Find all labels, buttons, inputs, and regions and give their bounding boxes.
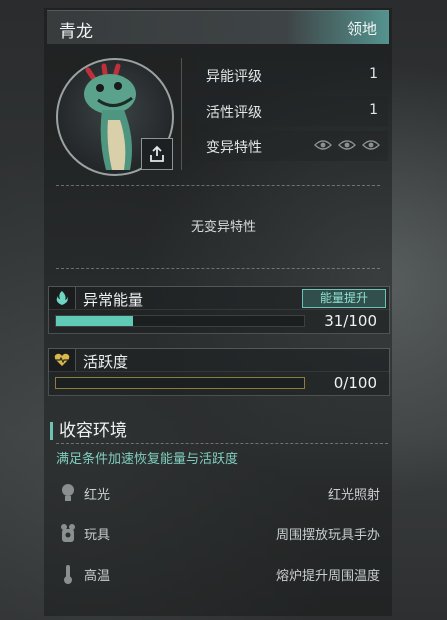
energy-value: 31/100 (324, 312, 377, 330)
stat-mutation: 变异特性 (196, 131, 388, 161)
environment-title: 收容环境 (50, 422, 127, 440)
env-desc: 周围摆放玩具手办 (275, 528, 380, 543)
bulb-icon (62, 484, 74, 501)
flame-icon (49, 287, 76, 309)
env-name: 红光 (84, 488, 111, 503)
energy-boost-button[interactable]: 能量提升 (302, 289, 386, 308)
energy-bar-fill (56, 316, 133, 326)
territory-tag[interactable]: 领地 (347, 18, 377, 39)
activity-title: 活跃度 (83, 353, 129, 371)
stat-value: 1 (369, 102, 378, 118)
energy-bar (55, 315, 305, 327)
share-icon (150, 145, 164, 162)
env-desc: 红光照射 (327, 488, 380, 503)
eye-icon[interactable] (314, 139, 332, 151)
stat-label: 异能评级 (206, 69, 262, 85)
eye-icon[interactable] (362, 139, 380, 151)
energy-title: 异常能量 (83, 291, 144, 309)
stat-label: 活性评级 (206, 105, 262, 121)
stat-activity-rank: 活性评级 1 (196, 96, 388, 126)
env-row-high-temp: 高温 熔炉提升周围温度 (56, 559, 384, 589)
stat-value: 1 (369, 66, 378, 82)
mutation-empty-text: 无变异特性 (190, 220, 256, 235)
activity-meter: 0/100 (48, 371, 390, 396)
stat-ability-rank: 异能评级 1 (196, 60, 388, 90)
divider (56, 268, 380, 269)
stats-divider (181, 58, 182, 170)
divider (56, 443, 388, 444)
share-button[interactable] (141, 138, 173, 170)
env-row-red-light: 红光 红光照射 (56, 478, 384, 508)
environment-subtitle: 满足条件加速恢复能量与活跃度 (56, 452, 239, 467)
activity-header: 活跃度 (48, 348, 390, 372)
env-name: 玩具 (84, 528, 111, 543)
env-desc: 熔炉提升周围温度 (275, 569, 380, 584)
creature-header: 青龙 领地 (47, 10, 389, 44)
energy-header: 异常能量 能量提升 (48, 286, 390, 310)
env-name: 高温 (84, 569, 111, 584)
stat-label: 变异特性 (206, 140, 262, 156)
energy-meter: 31/100 (48, 309, 390, 334)
mutation-slots (314, 139, 380, 151)
divider (56, 185, 380, 186)
creature-name: 青龙 (59, 22, 93, 42)
activity-value: 0/100 (333, 374, 377, 392)
thermometer-icon (64, 565, 72, 584)
heart-pulse-icon (49, 349, 76, 371)
env-row-toy: 玩具 周围摆放玩具手办 (56, 518, 384, 548)
activity-bar (55, 377, 305, 389)
toy-icon (61, 524, 75, 542)
eye-icon[interactable] (338, 139, 356, 151)
